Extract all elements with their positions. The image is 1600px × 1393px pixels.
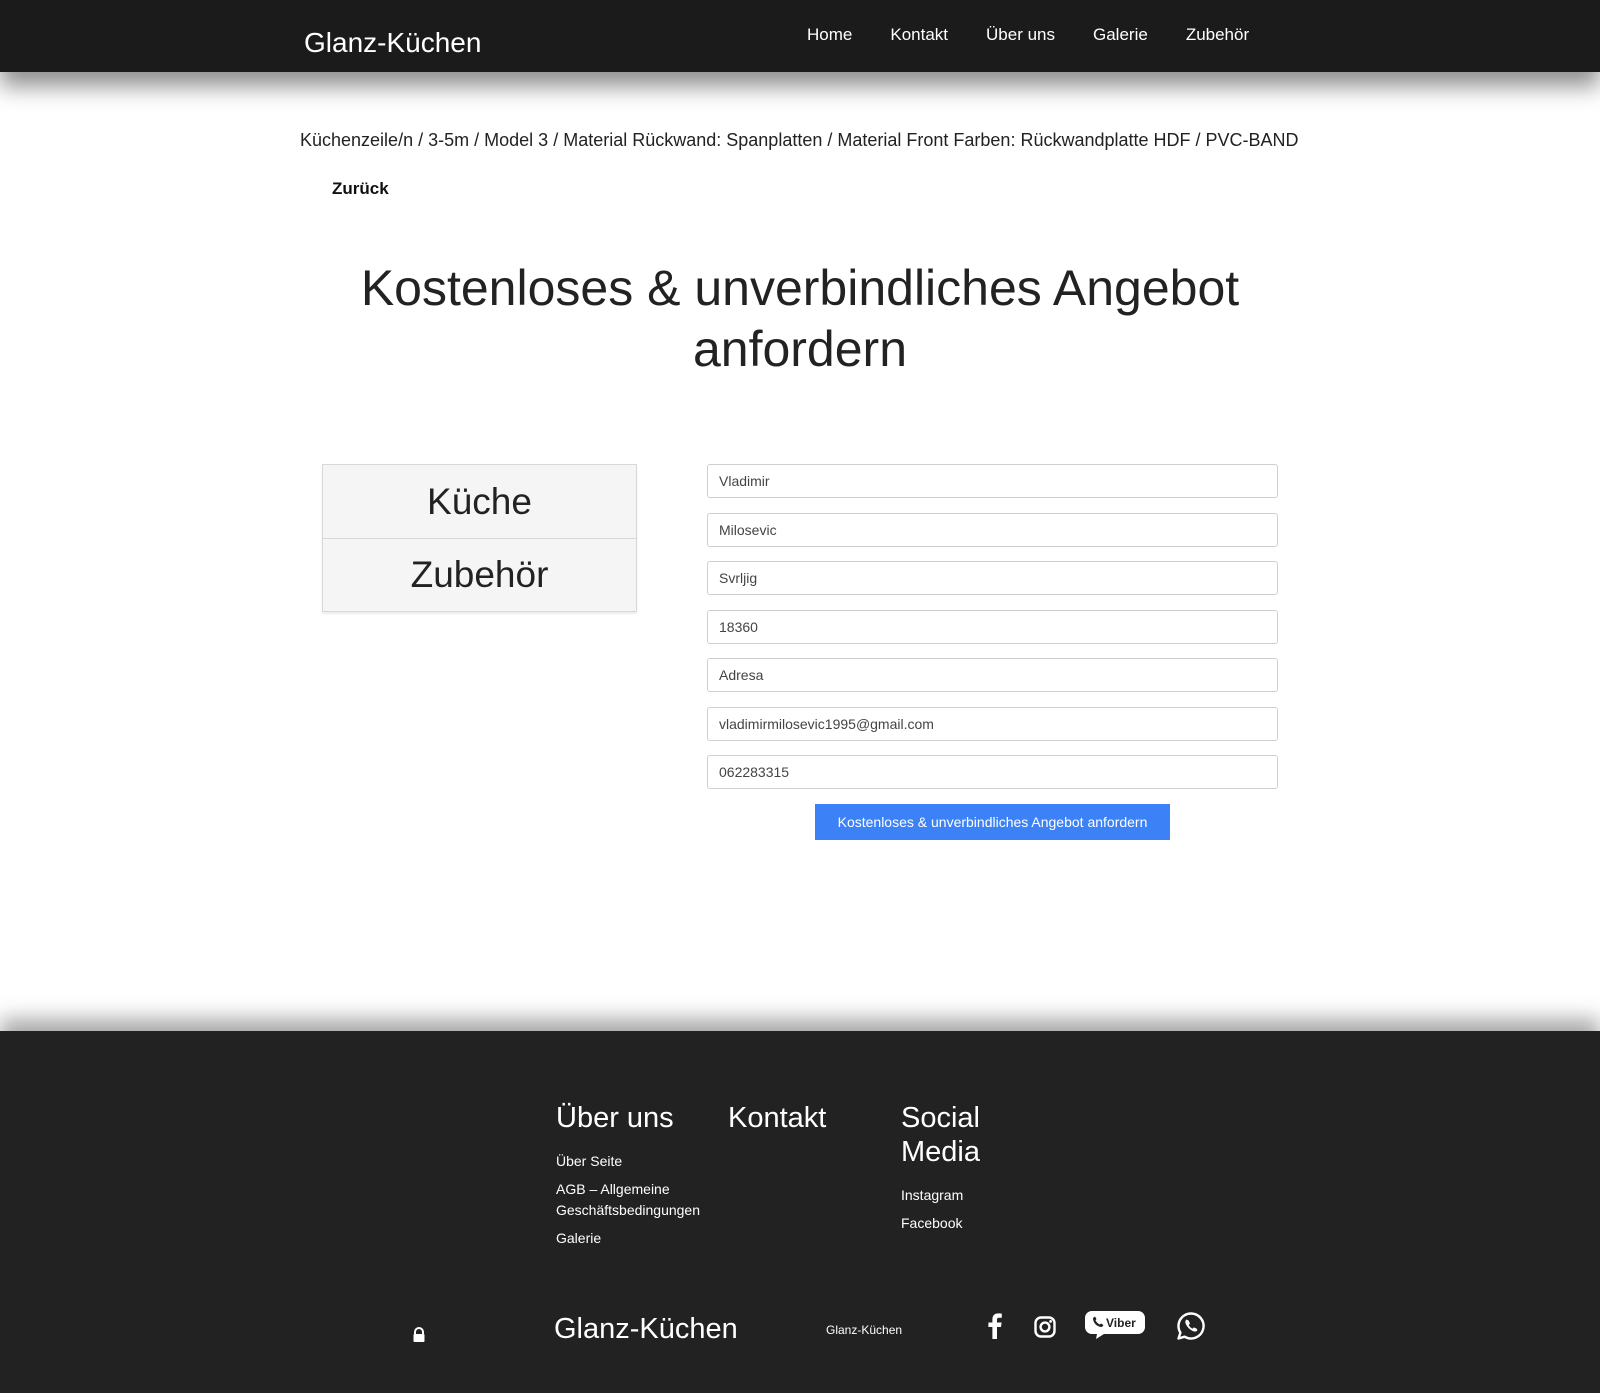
back-link[interactable]: Zurück [332,179,389,199]
nav-kontakt[interactable]: Kontakt [890,25,948,45]
phone-field[interactable] [707,755,1278,789]
footer-link-galerie[interactable]: Galerie [556,1228,726,1249]
breadcrumb-item[interactable]: Model 3 [484,130,548,150]
breadcrumb-item[interactable]: 3-5m [428,130,469,150]
breadcrumb-separator: / [474,130,480,150]
footer-contact-column: Kontakt [728,1101,888,1151]
breadcrumb-item[interactable]: Küchenzeile/n [300,130,413,150]
breadcrumb-item[interactable]: Material Rückwand: Spanplatten [563,130,822,150]
instagram-icon[interactable] [1034,1316,1056,1343]
site-logo[interactable]: Glanz-Küchen [304,27,481,59]
footer-link-agb[interactable]: AGB – Allgemeine Geschäftsbedingungen [556,1179,726,1221]
category-kueche[interactable]: Küche [323,465,636,538]
email-field[interactable] [707,706,1278,741]
footer-about-column: Über uns Über Seite AGB – Allgemeine Ges… [556,1101,726,1256]
nav-galerie[interactable]: Galerie [1093,25,1148,45]
footer-link-instagram[interactable]: Instagram [901,1185,1021,1206]
footer-link-ueber-seite[interactable]: Über Seite [556,1151,726,1172]
whatsapp-icon[interactable] [1176,1311,1206,1346]
nav-home[interactable]: Home [807,25,852,45]
footer-contact-title[interactable]: Kontakt [728,1101,888,1135]
first-name-field[interactable] [707,464,1278,498]
nav-ueber-uns[interactable]: Über uns [986,25,1055,45]
facebook-icon[interactable] [988,1313,1002,1344]
footer-small-brand: Glanz-Küchen [826,1323,903,1337]
footer-about-title: Über uns [556,1102,674,1134]
footer-link-facebook[interactable]: Facebook [901,1213,1021,1234]
lock-icon[interactable] [412,1327,426,1348]
submit-offer-button[interactable]: Kostenloses & unverbindliches Angebot an… [815,804,1170,840]
footer-social-column: Social Media Instagram Facebook [901,1101,1021,1241]
breadcrumb-separator: / [418,130,424,150]
viber-label: Viber [1106,1316,1136,1330]
breadcrumb-separator: / [553,130,559,150]
breadcrumb: Küchenzeile/n/3-5m / Model 3/Material Rück… [300,130,1299,151]
address-field[interactable] [707,658,1278,692]
main-nav: Home Kontakt Über uns Galerie Zubehör [807,25,1287,45]
category-menu: Küche Zubehör [322,464,637,612]
postal-code-field[interactable] [707,609,1278,644]
breadcrumb-item[interactable]: Material Front Farben: Rückwandplatte HD… [837,130,1190,150]
viber-icon[interactable]: Viber [1084,1308,1146,1345]
offer-request-form [707,464,1278,804]
page-title: Kostenloses & unverbindliches Angebot an… [360,260,1240,377]
category-zubehoer[interactable]: Zubehör [323,538,636,611]
top-navbar: Glanz-Küchen Home Kontakt Über uns Galer… [0,0,1600,72]
breadcrumb-separator: / [1195,130,1201,150]
footer-social-title: Social Media [901,1102,980,1168]
last-name-field[interactable] [707,512,1278,547]
city-field[interactable] [707,561,1278,595]
footer: Über uns Über Seite AGB – Allgemeine Ges… [0,1031,1600,1393]
footer-logo[interactable]: Glanz-Küchen [554,1313,738,1346]
nav-zubehoer[interactable]: Zubehör [1186,25,1249,45]
breadcrumb-separator: / [827,130,833,150]
breadcrumb-item[interactable]: PVC-BAND [1206,130,1299,150]
